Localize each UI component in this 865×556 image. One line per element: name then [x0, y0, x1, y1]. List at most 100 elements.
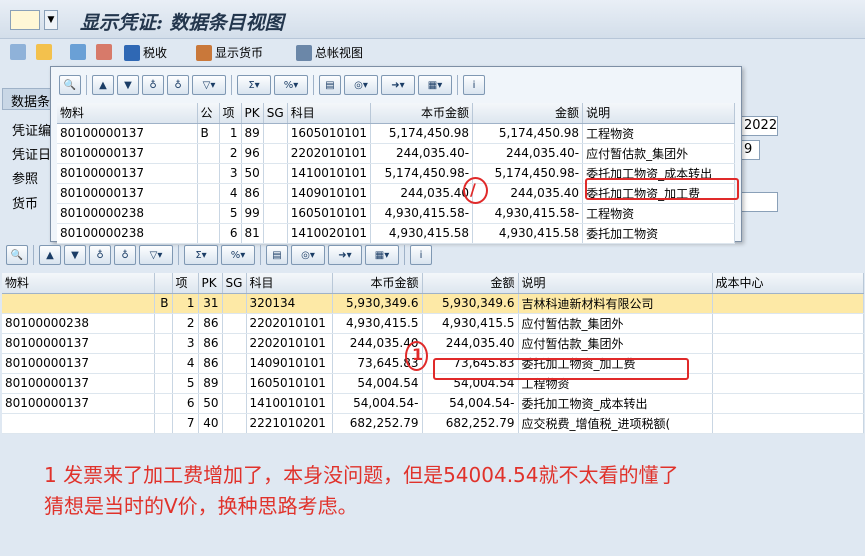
table-cell[interactable]: 4,930,415.58	[472, 223, 584, 244]
col-item[interactable]: 项	[172, 273, 199, 294]
table-cell[interactable]: 80100000137	[2, 393, 155, 414]
period-field[interactable]: 9	[740, 140, 760, 160]
table-cell[interactable]	[154, 333, 173, 354]
info-icon[interactable]: i	[463, 75, 485, 95]
table-cell[interactable]: 80100000238	[57, 223, 198, 244]
table-cell[interactable]: 1605010101	[287, 123, 372, 144]
table-row[interactable]: 80100000137 B 1 89 1605010101 5,174,450.98 5,1…	[57, 123, 736, 144]
table-cell[interactable]: 4,930,415.5	[332, 313, 423, 334]
ledger-view-button[interactable]: 总帐视图	[296, 44, 363, 61]
sort-descending-icon[interactable]: ▼	[117, 75, 139, 95]
table-cell[interactable]: 5,174,450.98	[370, 123, 474, 144]
table-cell[interactable]: 244,035.40-	[370, 143, 474, 164]
col-account[interactable]: 科目	[287, 103, 372, 124]
sort-descending-icon[interactable]: ▼	[64, 245, 86, 265]
table-cell[interactable]: 96	[241, 143, 264, 164]
table-cell[interactable]: 4,930,415.58	[370, 223, 474, 244]
table-cell[interactable]: 54,004.54-	[422, 393, 519, 414]
table-cell[interactable]: 应交税费_增值税_进项税额(	[518, 413, 713, 434]
filter-icon[interactable]: ▽▾	[192, 75, 226, 95]
table-row[interactable]: 80100000137 2 96 2202010101 244,035.40- 244,0…	[57, 143, 736, 164]
table-cell[interactable]	[712, 393, 864, 414]
table-row[interactable]: 80100000137 6 50 1410010101 54,004.54- 54,004…	[2, 393, 864, 414]
table-cell[interactable]: 7	[172, 413, 199, 434]
table-cell[interactable]: 4,930,415.5	[422, 313, 519, 334]
document-icon[interactable]	[36, 44, 52, 60]
table-cell[interactable]: B	[197, 123, 220, 144]
col-local-amount[interactable]: 本币金额	[332, 273, 423, 294]
table-cell[interactable]: 6	[172, 393, 199, 414]
table-cell[interactable]: 80100000137	[57, 183, 198, 204]
table-cell[interactable]: 2202010101	[246, 333, 333, 354]
table-cell[interactable]	[263, 123, 288, 144]
table-cell[interactable]: 86	[198, 333, 223, 354]
table-cell[interactable]	[154, 373, 173, 394]
table-cell[interactable]: 2202010101	[287, 143, 372, 164]
col-sg[interactable]: SG	[263, 103, 288, 124]
table-cell[interactable]: 1409010101	[287, 183, 372, 204]
table-cell[interactable]: 5,174,450.98-	[370, 163, 474, 184]
table-cell[interactable]: 5,174,450.98-	[472, 163, 584, 184]
col-amount[interactable]: 金额	[422, 273, 519, 294]
table-cell[interactable]: 吉林科迪新材料有限公司	[518, 293, 713, 314]
col-material[interactable]: 物料	[57, 103, 198, 124]
print-preview-icon[interactable]: ▤	[266, 245, 288, 265]
sort-ascending-icon[interactable]: ▲	[92, 75, 114, 95]
table-cell[interactable]: 工程物资	[582, 203, 736, 224]
table-cell[interactable]: 50	[198, 393, 223, 414]
table-cell[interactable]	[263, 223, 288, 244]
system-menu-dropdown-icon[interactable]: ▼	[44, 10, 58, 30]
table-cell[interactable]: 5	[172, 373, 199, 394]
glasses-icon[interactable]	[10, 44, 26, 60]
table-cell[interactable]: 80100000137	[57, 123, 198, 144]
col-description[interactable]: 说明	[518, 273, 713, 294]
col-pk[interactable]: PK	[198, 273, 223, 294]
table-cell[interactable]: 244,035.40	[472, 183, 584, 204]
display-currency-button[interactable]: 显示货币	[196, 44, 263, 61]
subtotal-icon[interactable]: %▾	[221, 245, 255, 265]
table-row[interactable]: B 1 31 320134 5,930,349.6 5,930,349.6 吉林科迪新材料有…	[2, 293, 864, 314]
layout-icon[interactable]: ▦▾	[365, 245, 399, 265]
table-cell[interactable]: B	[154, 293, 173, 314]
export-icon[interactable]: ➜▾	[328, 245, 362, 265]
table-cell[interactable]	[263, 183, 288, 204]
table-cell[interactable]	[154, 413, 173, 434]
table-cell[interactable]: 80100000137	[2, 373, 155, 394]
table-cell[interactable]: 682,252.79	[422, 413, 519, 434]
table-cell[interactable]: 80100000137	[57, 143, 198, 164]
find-icon[interactable]: ♁	[142, 75, 164, 95]
sum-icon[interactable]: Σ▾	[184, 245, 218, 265]
table-cell[interactable]: 5,174,450.98	[472, 123, 584, 144]
details-icon[interactable]: 🔍	[6, 245, 28, 265]
filter-icon[interactable]: ▽▾	[139, 245, 173, 265]
table-cell[interactable]	[222, 293, 247, 314]
table-cell[interactable]: 2	[172, 313, 199, 334]
table-cell[interactable]: 99	[241, 203, 264, 224]
table-cell[interactable]: 80100000137	[2, 353, 155, 374]
details-icon[interactable]: 🔍	[59, 75, 81, 95]
table-cell[interactable]	[712, 313, 864, 334]
table-cell[interactable]: 4,930,415.58-	[472, 203, 584, 224]
table-row[interactable]: 7 40 2221010201 682,252.79 682,252.79 应交税费_增值…	[2, 413, 864, 434]
table-cell[interactable]: 80100000137	[2, 333, 155, 354]
find-next-icon[interactable]: ♁	[167, 75, 189, 95]
table-cell[interactable]: 2202010101	[246, 313, 333, 334]
table-cell[interactable]: 86	[198, 313, 223, 334]
table-cell[interactable]: 54,004.54-	[332, 393, 423, 414]
col-item[interactable]: 项	[219, 103, 242, 124]
layout-icon[interactable]: ▦▾	[418, 75, 452, 95]
table-cell[interactable]: 5	[219, 203, 242, 224]
views-icon[interactable]: ◎▾	[344, 75, 378, 95]
table-cell[interactable]: 89	[198, 373, 223, 394]
col-cost-center[interactable]: 成本中心	[712, 273, 864, 294]
table-cell[interactable]	[154, 313, 173, 334]
table-cell[interactable]: 89	[241, 123, 264, 144]
table-cell[interactable]: 5,930,349.6	[422, 293, 519, 314]
table-cell[interactable]: 应付暂估款_集团外	[518, 333, 713, 354]
table-cell[interactable]: 86	[241, 183, 264, 204]
table-cell[interactable]: 应付暂估款_集团外	[582, 143, 736, 164]
tax-button[interactable]: 税收	[124, 44, 167, 61]
table-row[interactable]: 80100000238 6 81 1410020101 4,930,415.58 4,93…	[57, 223, 736, 244]
sort-ascending-icon[interactable]: ▲	[39, 245, 61, 265]
table-cell[interactable]	[222, 353, 247, 374]
